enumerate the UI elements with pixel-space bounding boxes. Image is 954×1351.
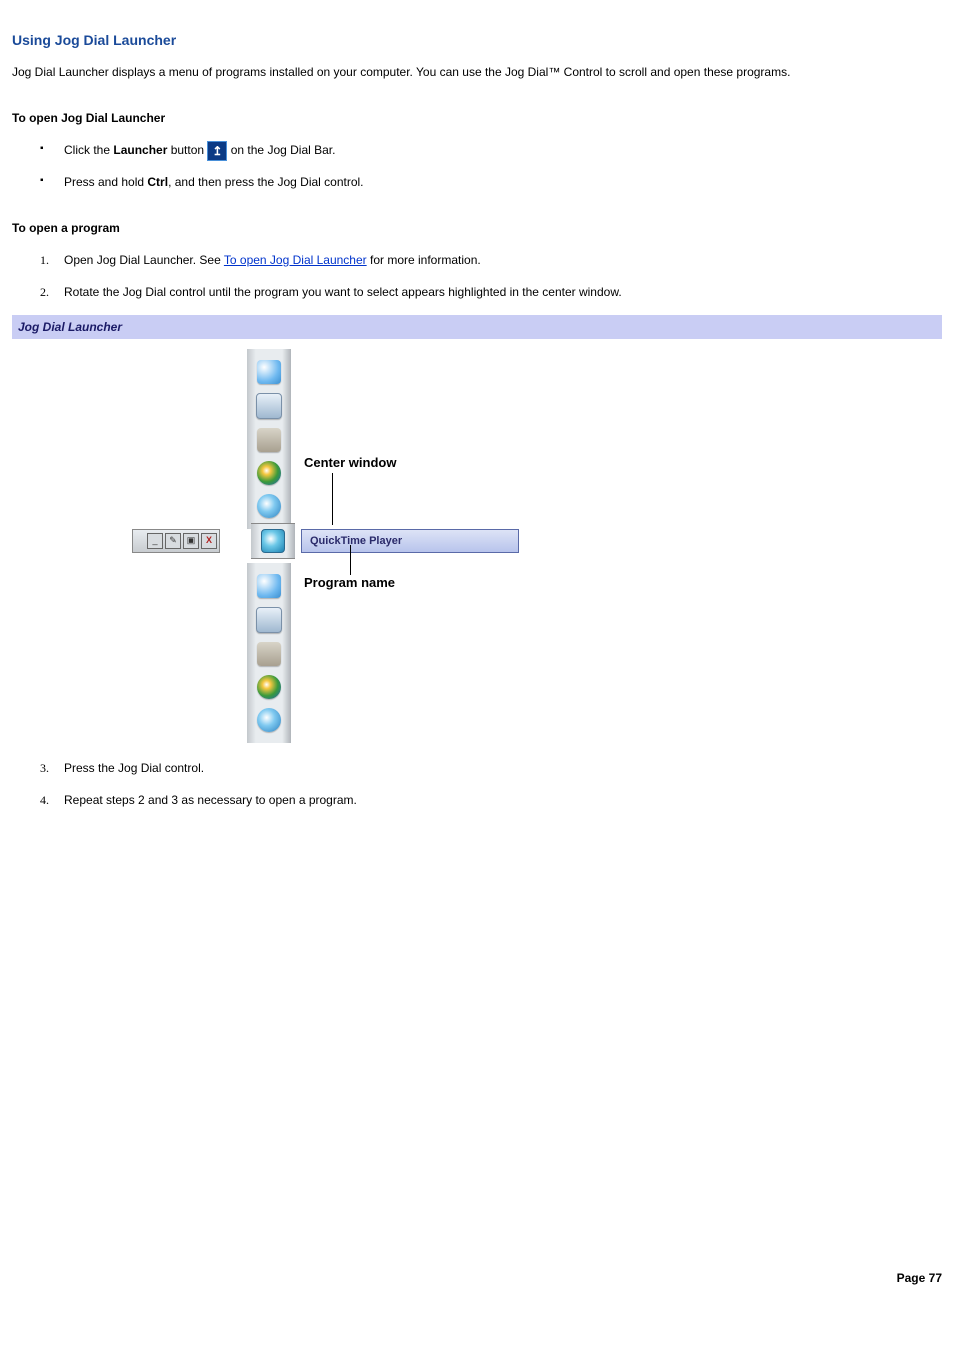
list-marker: 2. <box>40 283 49 301</box>
step-3: 3. Press the Jog Dial control. <box>40 759 942 777</box>
bullet-press-ctrl: Press and hold Ctrl, and then press the … <box>40 173 942 191</box>
center-window <box>251 523 295 559</box>
step-1: 1. Open Jog Dial Launcher. See To open J… <box>40 251 942 269</box>
bar-tool-icon: ✎ <box>165 533 181 549</box>
media-player-icon <box>257 675 281 699</box>
text: button <box>167 143 207 157</box>
ctrl-bold: Ctrl <box>147 175 168 189</box>
text: Click the <box>64 143 113 157</box>
link-open-jog-dial-launcher[interactable]: To open Jog Dial Launcher <box>224 253 367 267</box>
annotation-program-name: Program name <box>304 573 395 593</box>
text: Repeat steps 2 and 3 as necessary to ope… <box>64 793 357 807</box>
bullet-click-launcher: Click the Launcher button ↥ on the Jog D… <box>40 141 942 161</box>
list-marker: 4. <box>40 791 49 809</box>
text: Open Jog Dial Launcher. See <box>64 253 224 267</box>
launcher-icon: ↥ <box>207 141 227 161</box>
step-4: 4. Repeat steps 2 and 3 as necessary to … <box>40 791 942 809</box>
internet-explorer-icon <box>257 494 281 518</box>
launcher-bold: Launcher <box>113 143 167 157</box>
step-2: 2. Rotate the Jog Dial control until the… <box>40 283 942 301</box>
annotation-center-window: Center window <box>304 453 396 473</box>
bar-launcher-icon: ▣ <box>183 533 199 549</box>
text: Rotate the Jog Dial control until the pr… <box>64 285 622 299</box>
jog-dial-screenshot: _ ✎ ▣ X QuickTime Player Center window P… <box>132 345 642 745</box>
program-name-tooltip: QuickTime Player <box>301 529 519 554</box>
bar-close-icon: X <box>201 533 217 549</box>
intro-paragraph: Jog Dial Launcher displays a menu of pro… <box>12 63 942 81</box>
text: for more information. <box>367 253 481 267</box>
annotation-line <box>332 473 333 525</box>
section-heading-open-launcher: To open Jog Dial Launcher <box>12 109 942 127</box>
annotation-line <box>350 545 351 575</box>
quicktime-icon <box>261 529 285 553</box>
text: on the Jog Dial Bar. <box>227 143 335 157</box>
list-marker: 1. <box>40 251 49 269</box>
figure-caption: Jog Dial Launcher <box>12 315 942 339</box>
center-strip: _ ✎ ▣ X QuickTime Player <box>132 523 519 559</box>
text: Press and hold <box>64 175 147 189</box>
internet-explorer-icon <box>257 708 281 732</box>
list-marker: 3. <box>40 759 49 777</box>
section-heading-open-program: To open a program <box>12 219 942 237</box>
icon-column-bottom <box>247 563 291 743</box>
text: , and then press the Jog Dial control. <box>168 175 363 189</box>
document-icon <box>256 393 282 419</box>
vaio-icon <box>257 642 281 666</box>
media-player-icon <box>257 461 281 485</box>
document-icon <box>256 607 282 633</box>
vaio-icon <box>257 428 281 452</box>
page-title: Using Jog Dial Launcher <box>12 30 942 51</box>
info-icon <box>257 360 281 384</box>
icon-column-top <box>247 349 291 529</box>
info-icon <box>257 574 281 598</box>
text: Press the Jog Dial control. <box>64 761 204 775</box>
page-number: Page 77 <box>12 1269 942 1287</box>
jog-dial-bar: _ ✎ ▣ X <box>132 529 220 553</box>
bar-minimize-icon: _ <box>147 533 163 549</box>
